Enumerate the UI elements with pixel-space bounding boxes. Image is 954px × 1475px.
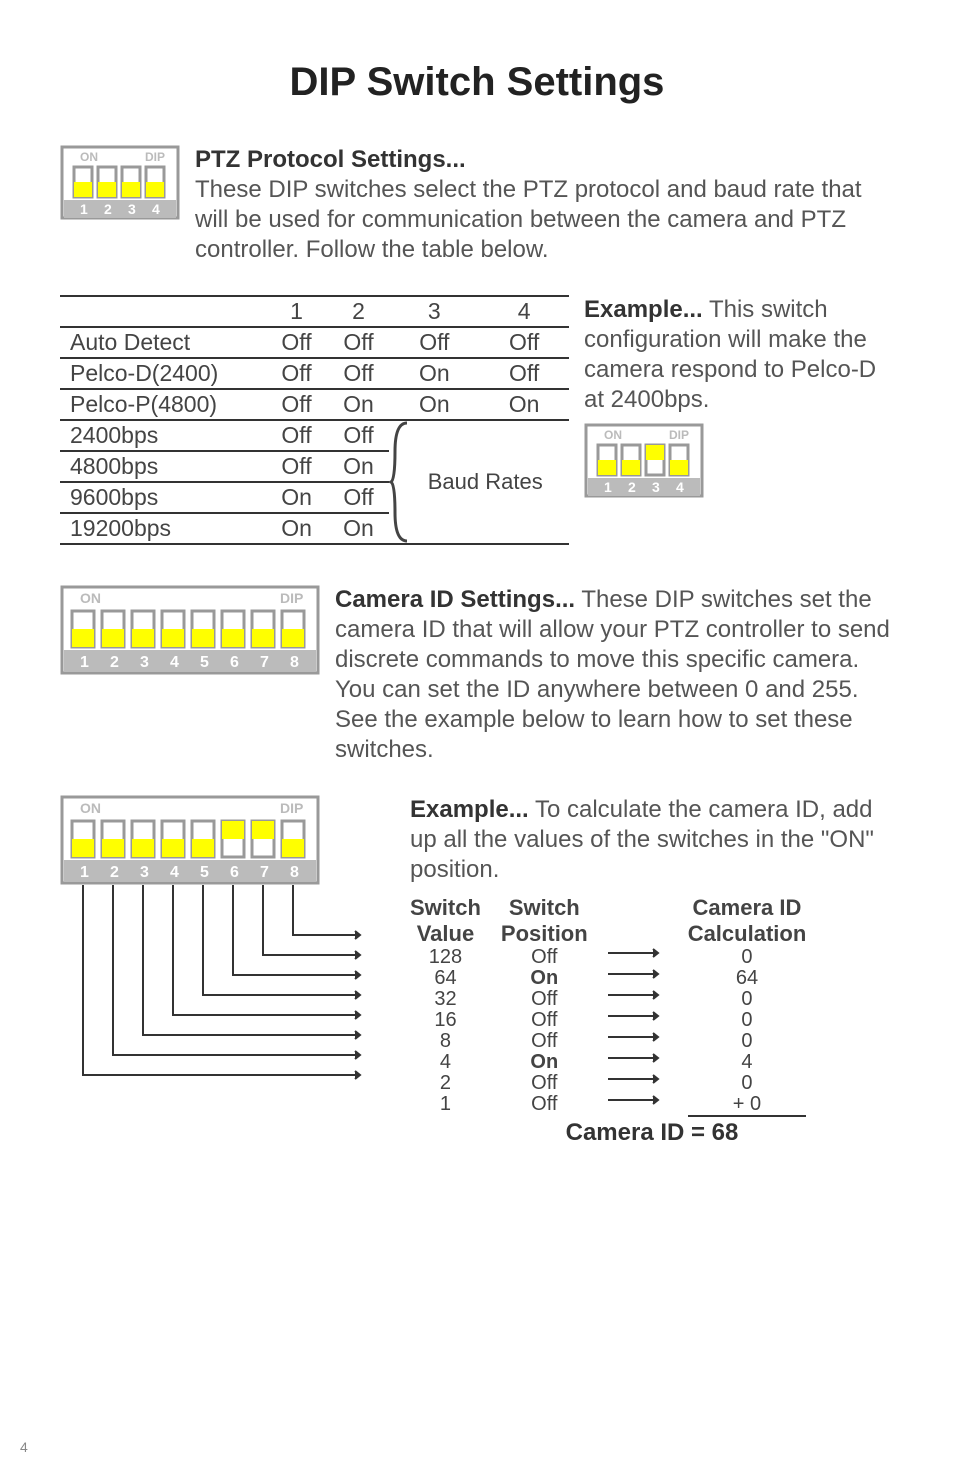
svg-text:3: 3	[140, 654, 149, 671]
ptz-protocol-section: ON DIP 1 2 3 4 PTZ Protocol Settings... …	[60, 145, 894, 265]
switch-position-header: SwitchPosition	[501, 895, 588, 947]
svg-text:4: 4	[170, 654, 179, 671]
svg-text:7: 7	[260, 864, 269, 881]
svg-text:3: 3	[652, 479, 660, 495]
example1-text: Example... This switch configuration wil…	[584, 295, 894, 545]
camera-id-text: Camera ID Settings... These DIP switches…	[335, 585, 894, 765]
baud-rates-label: Baud Rates	[389, 420, 569, 544]
table-col-2: 2	[328, 296, 390, 327]
dip4-example-icon: ON DIP 1 2 3 4	[584, 423, 704, 498]
svg-text:1: 1	[604, 479, 612, 495]
svg-text:4: 4	[170, 864, 179, 881]
svg-text:4: 4	[152, 201, 160, 217]
table-row: Pelco-D(2400) Off Off On Off	[60, 358, 569, 389]
table-col-4: 4	[479, 296, 569, 327]
svg-text:5: 5	[200, 864, 209, 881]
svg-text:ON: ON	[80, 590, 101, 606]
svg-text:2: 2	[110, 654, 119, 671]
svg-text:3: 3	[140, 864, 149, 881]
dip8-icon: ON DIP 1 2 3 4 5 6 7 8	[60, 585, 320, 765]
svg-text:6: 6	[230, 864, 239, 881]
ptz-protocol-heading: PTZ Protocol Settings...	[195, 146, 466, 173]
svg-text:4: 4	[676, 479, 684, 495]
camera-id-calc-header: Camera IDCalculation	[688, 895, 807, 947]
svg-text:6: 6	[230, 654, 239, 671]
svg-text:DIP: DIP	[280, 800, 303, 816]
arrow-column-icon	[608, 895, 668, 1117]
example2-section: ON DIP 1 2 3 4 5 6 7 8	[60, 795, 894, 1147]
svg-text:1: 1	[80, 201, 88, 217]
camera-id-section: ON DIP 1 2 3 4 5 6 7 8 Camera ID Setti	[60, 585, 894, 765]
table-row: Pelco-P(4800) Off On On On	[60, 389, 569, 420]
ptz-protocol-body: These DIP switches select the PTZ protoc…	[195, 176, 862, 263]
table-row: 2400bps Off Off Baud Rates	[60, 420, 569, 451]
dip8-example-icon: ON DIP 1 2 3 4 5 6 7 8	[60, 795, 320, 885]
dip-settings-table: 1 2 3 4 Auto Detect Off Off Off Off Pelc…	[60, 295, 569, 545]
protocol-table-section: 1 2 3 4 Auto Detect Off Off Off Off Pelc…	[60, 295, 894, 545]
svg-text:8: 8	[290, 864, 299, 881]
table-col-1: 1	[266, 296, 328, 327]
page-number: 4	[20, 1439, 28, 1455]
calculation-table: SwitchValue 128 64 32 16 8 4 2 1 SwitchP…	[410, 895, 894, 1117]
svg-text:2: 2	[110, 864, 119, 881]
page-title: DIP Switch Settings	[60, 60, 894, 105]
table-row: Auto Detect Off Off Off Off	[60, 327, 569, 358]
svg-text:DIP: DIP	[669, 428, 689, 442]
dip-dip-label: DIP	[145, 150, 165, 164]
svg-text:7: 7	[260, 654, 269, 671]
svg-text:DIP: DIP	[280, 590, 303, 606]
svg-text:3: 3	[128, 201, 136, 217]
table-col-3: 3	[389, 296, 479, 327]
example2-text: Example... To calculate the camera ID, a…	[410, 795, 894, 885]
svg-text:8: 8	[290, 654, 299, 671]
svg-text:1: 1	[80, 654, 89, 671]
svg-text:5: 5	[200, 654, 209, 671]
svg-text:2: 2	[104, 201, 112, 217]
ptz-protocol-text: PTZ Protocol Settings... These DIP switc…	[195, 145, 894, 265]
svg-text:2: 2	[628, 479, 636, 495]
dip4-icon: ON DIP 1 2 3 4	[60, 145, 180, 265]
svg-text:ON: ON	[604, 428, 622, 442]
camera-id-total: Camera ID = 68	[410, 1119, 894, 1147]
svg-text:1: 1	[80, 864, 89, 881]
svg-text:ON: ON	[80, 800, 101, 816]
switch-lines-icon	[60, 885, 380, 1085]
switch-value-header: SwitchValue	[410, 895, 481, 947]
dip-on-label: ON	[80, 150, 98, 164]
